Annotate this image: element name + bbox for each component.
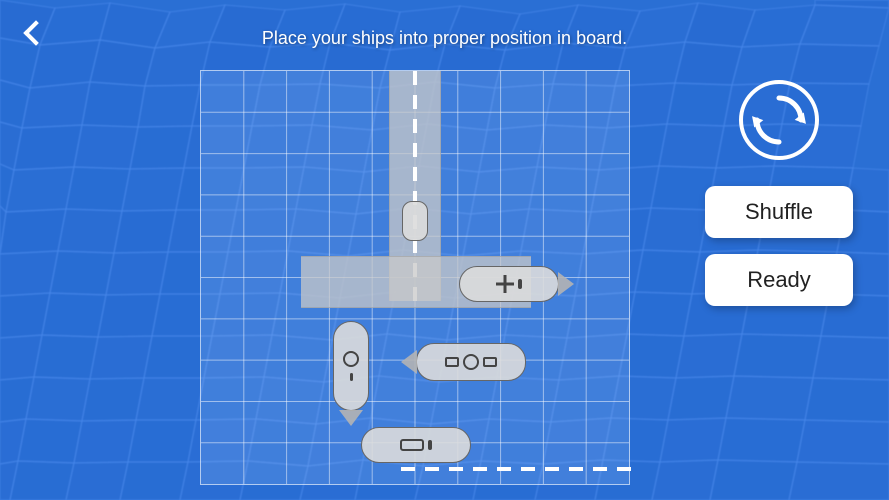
game-board[interactable]	[200, 70, 630, 485]
instruction-text: Place your ships into proper position in…	[0, 28, 889, 49]
main-content: Place your ships into proper position in…	[0, 0, 889, 500]
ship-arrow-right	[558, 272, 574, 296]
circle-icon	[343, 351, 359, 367]
ship-3section-icon	[445, 354, 497, 370]
ship-arrow-down	[339, 410, 363, 426]
ship-3section[interactable]	[416, 343, 526, 381]
rotate-icon	[749, 90, 809, 150]
shuffle-button[interactable]: Shuffle	[705, 186, 853, 238]
pin-bottom	[350, 373, 353, 381]
cross-icon	[496, 275, 514, 293]
ship-cross-icon	[496, 275, 522, 293]
section-right	[483, 357, 497, 367]
ready-button[interactable]: Ready	[705, 254, 853, 306]
ship-capsule[interactable]	[361, 427, 471, 463]
road-dash-horizontal	[401, 467, 631, 471]
right-panel: Shuffle Ready	[699, 80, 859, 306]
capsule-pin	[428, 440, 432, 450]
ship-capsule-icon	[400, 439, 432, 451]
section-mid	[463, 354, 479, 370]
pin-icon	[518, 279, 522, 289]
rotate-button[interactable]	[739, 80, 819, 160]
ship-circle-icon	[343, 351, 359, 381]
section-left	[445, 357, 459, 367]
ship-1cell[interactable]	[402, 201, 428, 241]
capsule-body	[400, 439, 424, 451]
board-grid[interactable]	[200, 70, 630, 485]
ship-cross[interactable]	[459, 266, 559, 302]
ship-circle[interactable]	[333, 321, 369, 411]
ship-arrow-left	[401, 350, 417, 374]
